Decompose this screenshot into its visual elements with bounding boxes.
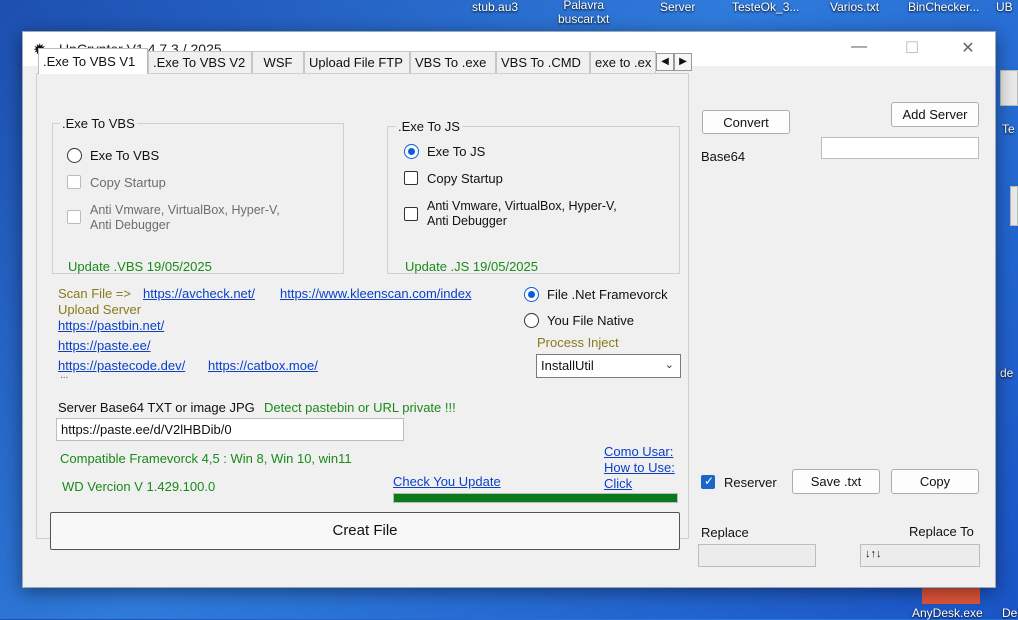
tab-scroll-right-icon[interactable]: ▶ xyxy=(674,53,692,71)
base64-label: Base64 xyxy=(701,149,746,164)
upload-server-label: Upload Server xyxy=(58,302,142,317)
link-check-update[interactable]: Check You Update xyxy=(393,474,501,489)
desktop-icon-ub[interactable]: UB xyxy=(996,0,1013,14)
desktop-icon-palavra[interactable]: Palavra buscar.txt xyxy=(558,0,609,26)
add-server-button[interactable]: Add Server xyxy=(891,102,979,127)
server-base64-label: Server Base64 TXT or image JPG xyxy=(58,400,255,415)
js-anti-vm-label-2: Anti Debugger xyxy=(427,214,507,228)
close-button[interactable]: ✕ xyxy=(953,38,983,58)
tab-exe-to-vbs-v2[interactable]: .Exe To VBS V2 xyxy=(148,51,252,73)
desktop-file-icon-2[interactable] xyxy=(1010,186,1018,226)
process-inject-value: InstallUtil xyxy=(541,358,594,373)
link-pastbin[interactable]: https://pastbin.net/ xyxy=(58,318,164,333)
desktop-file-icon[interactable] xyxy=(1000,70,1018,106)
chevron-down-icon: ⌄ xyxy=(664,359,674,371)
link-avcheck[interactable]: https://avcheck.net/ xyxy=(143,286,255,301)
update-progress-bar xyxy=(393,493,678,503)
checkbox-vbs-copy-startup[interactable] xyxy=(67,175,81,189)
upload-ellipsis: ... xyxy=(60,370,69,381)
radio-exe-to-js-label: Exe To JS xyxy=(427,144,486,159)
checkbox-js-anti-vm[interactable] xyxy=(404,207,418,221)
vbs-anti-vm-label-1: Anti Vmware, VirtualBox, Hyper-V, xyxy=(90,203,280,217)
link-how-to-use[interactable]: How to Use: xyxy=(604,460,675,475)
link-kleenscan[interactable]: https://www.kleenscan.com/index xyxy=(280,286,471,301)
desktop-icon-binchecker[interactable]: BinChecker... xyxy=(908,0,979,14)
link-catbox[interactable]: https://catbox.moe/ xyxy=(208,358,318,373)
js-update-text: Update .JS 19/05/2025 xyxy=(405,259,538,274)
tab-wsf[interactable]: WSF xyxy=(252,51,304,73)
group-exe-to-vbs-title: .Exe To VBS xyxy=(60,116,137,131)
replace-input[interactable] xyxy=(698,544,816,567)
link-como-usar[interactable]: Como Usar: xyxy=(604,444,673,459)
copy-button[interactable]: Copy xyxy=(891,469,979,494)
replace-to-label: Replace To xyxy=(909,524,974,539)
reserver-label: Reserver xyxy=(724,475,777,490)
vbs-update-text: Update .VBS 19/05/2025 xyxy=(68,259,212,274)
save-txt-button[interactable]: Save .txt xyxy=(792,469,880,494)
tab-vbs-to-cmd[interactable]: VBS To .CMD xyxy=(496,51,590,73)
compat-text: Compatible Framevorck 4,5 : Win 8, Win 1… xyxy=(60,451,352,466)
server-url-input[interactable]: https://paste.ee/d/V2lHBDib/0 xyxy=(56,418,404,441)
link-pastecode[interactable]: https://pastecode.dev/ xyxy=(58,358,185,373)
checkbox-js-copy-startup[interactable] xyxy=(404,171,418,185)
desktop-icon-anydesk[interactable]: AnyDesk.exe xyxy=(912,606,983,620)
version-text: WD Vercion V 1.429.100.0 xyxy=(62,479,216,494)
process-inject-select[interactable]: InstallUtil ⌄ xyxy=(536,354,681,378)
replace-label: Replace xyxy=(701,525,749,540)
radio-exe-to-vbs-label: Exe To VBS xyxy=(90,148,160,163)
tab-upload-ftp[interactable]: Upload File FTP xyxy=(304,51,410,73)
tab-exe-to-ex[interactable]: exe to .ex xyxy=(590,51,656,73)
update-progress-fill xyxy=(394,494,677,502)
radio-native[interactable] xyxy=(524,313,539,328)
vbs-copy-startup-label: Copy Startup xyxy=(90,175,166,190)
js-anti-vm-label-1: Anti Vmware, VirtualBox, Hyper-V, xyxy=(427,199,617,213)
vbs-anti-vm-label-2: Anti Debugger xyxy=(90,218,170,232)
desktop-icon-server[interactable]: Server xyxy=(660,0,695,14)
radio-exe-to-vbs[interactable] xyxy=(67,148,82,163)
group-exe-to-vbs xyxy=(52,123,344,274)
detect-private-label: Detect pastebin or URL private !!! xyxy=(264,400,456,415)
desktop-icon-varios[interactable]: Varios.txt xyxy=(830,0,879,14)
radio-native-label: You File Native xyxy=(547,313,634,328)
desktop-icon-de[interactable]: de xyxy=(1000,366,1013,380)
desktop-icon-de2[interactable]: De xyxy=(1002,606,1017,620)
creat-file-button[interactable]: Creat File xyxy=(50,512,680,550)
replace-to-input[interactable]: ↓↑↓ xyxy=(860,544,980,567)
minimize-button[interactable]: — xyxy=(844,38,874,56)
link-pasteee[interactable]: https://paste.ee/ xyxy=(58,338,151,353)
desktop-icon-te[interactable]: Te xyxy=(1002,122,1015,136)
link-click[interactable]: Click xyxy=(604,476,632,491)
base64-input[interactable] xyxy=(821,137,979,159)
group-exe-to-js-title: .Exe To JS xyxy=(396,119,462,134)
radio-net-framework[interactable] xyxy=(524,287,539,302)
convert-button[interactable]: Convert xyxy=(702,110,790,134)
radio-net-framework-label: File .Net Framevorck xyxy=(547,287,668,302)
radio-exe-to-js[interactable] xyxy=(404,144,419,159)
tab-vbs-to-exe[interactable]: VBS To .exe xyxy=(410,51,496,73)
js-copy-startup-label: Copy Startup xyxy=(427,171,503,186)
scan-file-label: Scan File => xyxy=(58,286,131,301)
checkbox-vbs-anti-vm[interactable] xyxy=(67,210,81,224)
process-inject-label: Process Inject xyxy=(537,335,619,350)
desktop-icon-testeok[interactable]: TesteOk_3... xyxy=(732,0,799,14)
maximize-button[interactable]: ☐ xyxy=(897,38,927,58)
desktop-icon-stub[interactable]: stub.au3 xyxy=(472,0,518,14)
checkbox-reserver[interactable] xyxy=(701,474,715,489)
tab-exe-to-vbs-v1[interactable]: .Exe To VBS V1 xyxy=(38,48,148,74)
tab-scroll-left-icon[interactable]: ◀ xyxy=(656,53,674,71)
